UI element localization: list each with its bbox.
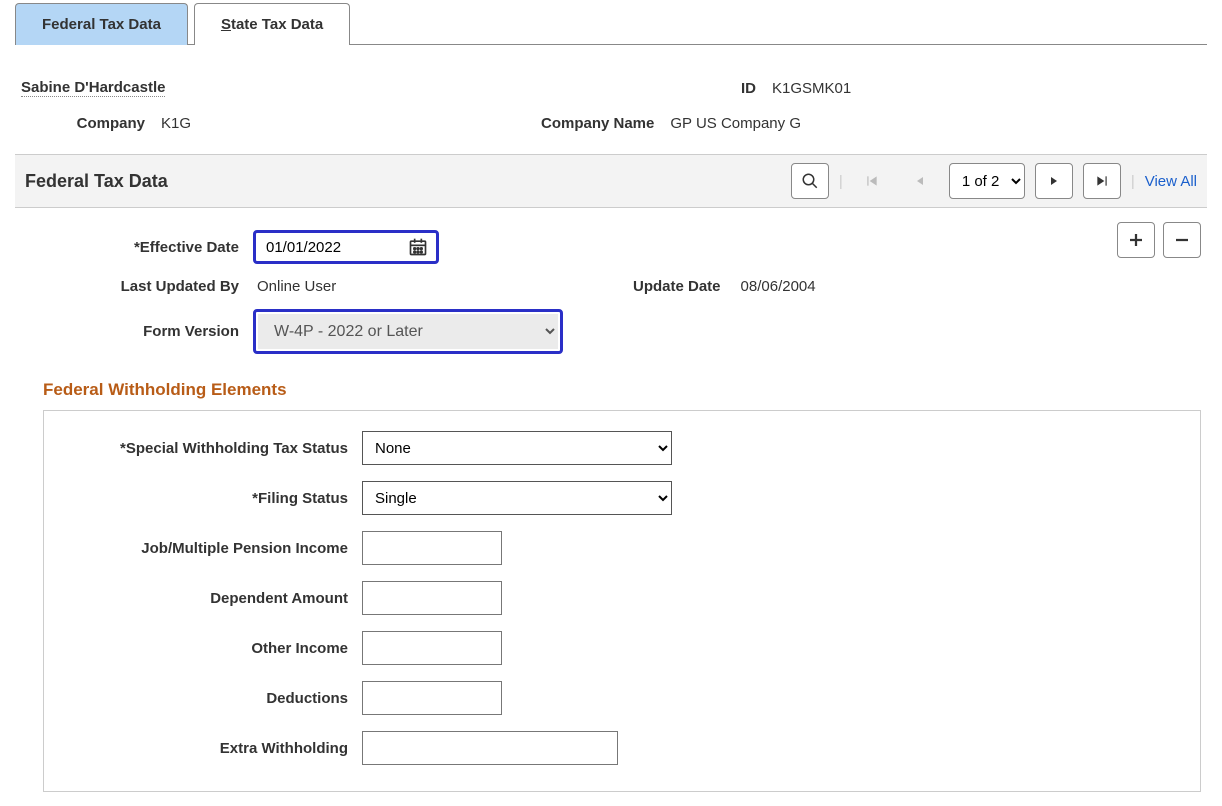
- job-income-input[interactable]: [362, 531, 502, 565]
- company-name-label: Company Name: [541, 115, 654, 132]
- add-row-button[interactable]: [1117, 222, 1155, 258]
- form-version-wrapper: W-4P - 2022 or Later: [253, 309, 563, 354]
- deductions-label: Deductions: [66, 690, 362, 707]
- pager-next-button[interactable]: [1035, 163, 1073, 199]
- section-header: Federal Tax Data | 1 of 2 | View All: [15, 154, 1207, 208]
- prev-icon: [914, 174, 926, 188]
- search-button[interactable]: [791, 163, 829, 199]
- update-date-label: Update Date: [633, 278, 721, 295]
- job-income-label: Job/Multiple Pension Income: [66, 540, 362, 557]
- filing-status-label: Filing Status: [66, 490, 362, 507]
- tab-label-prefix: S: [221, 16, 231, 33]
- pager-prev-button[interactable]: [901, 163, 939, 199]
- form-version-label: Form Version: [21, 323, 253, 340]
- calendar-button[interactable]: [408, 237, 428, 257]
- view-all-link[interactable]: View All: [1145, 173, 1197, 190]
- toolbar-divider: |: [839, 173, 843, 190]
- pager-first-button[interactable]: [853, 163, 891, 199]
- extra-withholding-input[interactable]: [362, 731, 618, 765]
- update-date-value: 08/06/2004: [737, 278, 816, 295]
- pager-last-button[interactable]: [1083, 163, 1121, 199]
- plus-icon: [1127, 231, 1145, 249]
- next-icon: [1048, 174, 1060, 188]
- toolbar-divider: |: [1131, 173, 1135, 190]
- pager-select[interactable]: 1 of 2: [949, 163, 1025, 199]
- id-value: K1GSMK01: [772, 80, 851, 97]
- effective-date-input[interactable]: [264, 238, 394, 257]
- extra-withholding-label: Extra Withholding: [66, 740, 362, 757]
- other-income-label: Other Income: [66, 640, 362, 657]
- company-label: Company: [21, 115, 145, 132]
- delete-row-button[interactable]: [1163, 222, 1201, 258]
- company-name-value: GP US Company G: [670, 115, 801, 132]
- calendar-icon: [408, 237, 428, 257]
- effective-date-wrapper: [253, 230, 439, 264]
- special-status-select[interactable]: None: [362, 431, 672, 465]
- group-title: Federal Withholding Elements: [43, 380, 1201, 400]
- tab-federal-tax-data[interactable]: Federal Tax Data: [15, 3, 188, 45]
- dependent-amount-label: Dependent Amount: [66, 590, 362, 607]
- tab-state-tax-data[interactable]: State Tax Data: [194, 3, 350, 45]
- last-icon: [1095, 174, 1109, 188]
- deductions-input[interactable]: [362, 681, 502, 715]
- other-income-input[interactable]: [362, 631, 502, 665]
- special-status-label: Special Withholding Tax Status: [66, 440, 362, 457]
- employee-name: Sabine D'Hardcastle: [21, 79, 165, 97]
- effective-date-label: Effective Date: [21, 239, 253, 256]
- tab-label: Federal Tax Data: [42, 16, 161, 33]
- last-updated-by-label: Last Updated By: [21, 278, 253, 295]
- search-icon: [801, 172, 819, 190]
- tab-strip: Federal Tax Data State Tax Data: [15, 2, 1207, 45]
- tab-label-rest: tate Tax Data: [231, 16, 323, 33]
- section-title: Federal Tax Data: [25, 171, 168, 192]
- minus-icon: [1173, 231, 1191, 249]
- filing-status-select[interactable]: Single: [362, 481, 672, 515]
- id-label: ID: [741, 80, 756, 97]
- last-updated-by-value: Online User: [253, 278, 633, 295]
- dependent-amount-input[interactable]: [362, 581, 502, 615]
- federal-withholding-group: Special Withholding Tax Status None Fili…: [43, 410, 1201, 792]
- form-version-select[interactable]: W-4P - 2022 or Later: [258, 314, 558, 349]
- first-icon: [865, 174, 879, 188]
- company-value: K1G: [161, 115, 191, 132]
